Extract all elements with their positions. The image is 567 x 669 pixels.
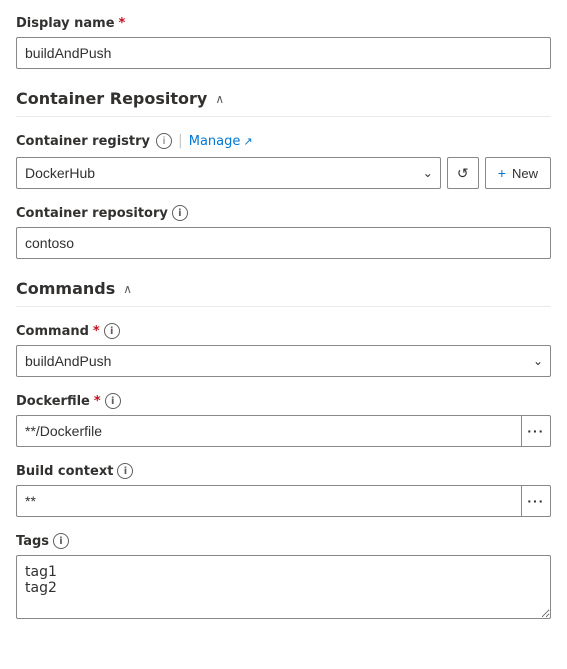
command-required-marker: * (93, 324, 100, 339)
tags-group: Tags i tag1 tag2 (16, 533, 551, 623)
commands-chevron-icon[interactable]: ∧ (123, 282, 132, 296)
build-context-browse-button[interactable]: ··· (521, 485, 551, 517)
dockerfile-group: Dockerfile * i ··· (16, 393, 551, 447)
container-repository-info-icon[interactable]: i (172, 205, 188, 221)
build-context-info-icon[interactable]: i (117, 463, 133, 479)
required-marker: * (119, 16, 126, 31)
commands-section-header: Commands ∧ (16, 279, 551, 307)
build-context-label: Build context (16, 464, 113, 479)
tags-label-row: Tags i (16, 533, 551, 549)
registry-dropdown[interactable]: DockerHub Azure Container Registry Other (16, 157, 441, 189)
container-repository-title: Container Repository (16, 89, 207, 108)
new-button-label: New (512, 166, 538, 181)
command-dropdown-wrapper: buildAndPush build push login logout ⌄ (16, 345, 551, 377)
container-repository-group: Container repository i (16, 205, 551, 259)
new-registry-button[interactable]: + New (485, 157, 551, 189)
tags-info-icon[interactable]: i (53, 533, 69, 549)
dockerfile-label: Dockerfile (16, 394, 90, 409)
display-name-input[interactable] (16, 37, 551, 69)
dockerfile-ellipsis-icon: ··· (527, 423, 544, 439)
display-name-label: Display name * (16, 16, 551, 31)
registry-dropdown-wrapper: DockerHub Azure Container Registry Other… (16, 157, 441, 189)
display-name-group: Display name * (16, 16, 551, 69)
tags-textarea[interactable]: tag1 tag2 (16, 555, 551, 619)
container-repository-section-header: Container Repository ∧ (16, 89, 551, 117)
registry-dropdown-row: DockerHub Azure Container Registry Other… (16, 157, 551, 189)
command-dropdown[interactable]: buildAndPush build push login logout (16, 345, 551, 377)
plus-icon: + (498, 165, 506, 181)
command-group: Command * i buildAndPush build push logi… (16, 323, 551, 377)
registry-refresh-button[interactable]: ↺ (447, 157, 479, 189)
command-label-row: Command * i (16, 323, 551, 339)
container-registry-row: Container registry i | Manage ↗ (16, 133, 551, 149)
container-registry-label: Container registry (16, 134, 150, 149)
external-link-icon: ↗ (243, 135, 252, 148)
commands-title: Commands (16, 279, 115, 298)
dockerfile-required-marker: * (94, 394, 101, 409)
dockerfile-label-row: Dockerfile * i (16, 393, 551, 409)
manage-label: Manage (189, 134, 241, 149)
build-context-label-row: Build context i (16, 463, 551, 479)
dockerfile-info-icon[interactable]: i (105, 393, 121, 409)
container-registry-info-icon[interactable]: i (156, 133, 172, 149)
display-name-text: Display name (16, 16, 115, 31)
build-context-ellipsis-icon: ··· (527, 493, 544, 509)
dockerfile-browse-button[interactable]: ··· (521, 415, 551, 447)
manage-link[interactable]: Manage ↗ (189, 134, 253, 149)
container-repository-chevron-icon[interactable]: ∧ (215, 92, 224, 106)
container-repository-input[interactable] (16, 227, 551, 259)
command-info-icon[interactable]: i (104, 323, 120, 339)
tags-label: Tags (16, 534, 49, 549)
dockerfile-input[interactable] (16, 415, 521, 447)
build-context-input[interactable] (16, 485, 521, 517)
build-context-input-row: ··· (16, 485, 551, 517)
container-repository-label: Container repository (16, 206, 168, 221)
dockerfile-input-row: ··· (16, 415, 551, 447)
container-repository-label-row: Container repository i (16, 205, 551, 221)
refresh-icon: ↺ (457, 165, 469, 182)
command-label: Command (16, 324, 89, 339)
pipe-divider: | (178, 133, 183, 149)
build-context-group: Build context i ··· (16, 463, 551, 517)
